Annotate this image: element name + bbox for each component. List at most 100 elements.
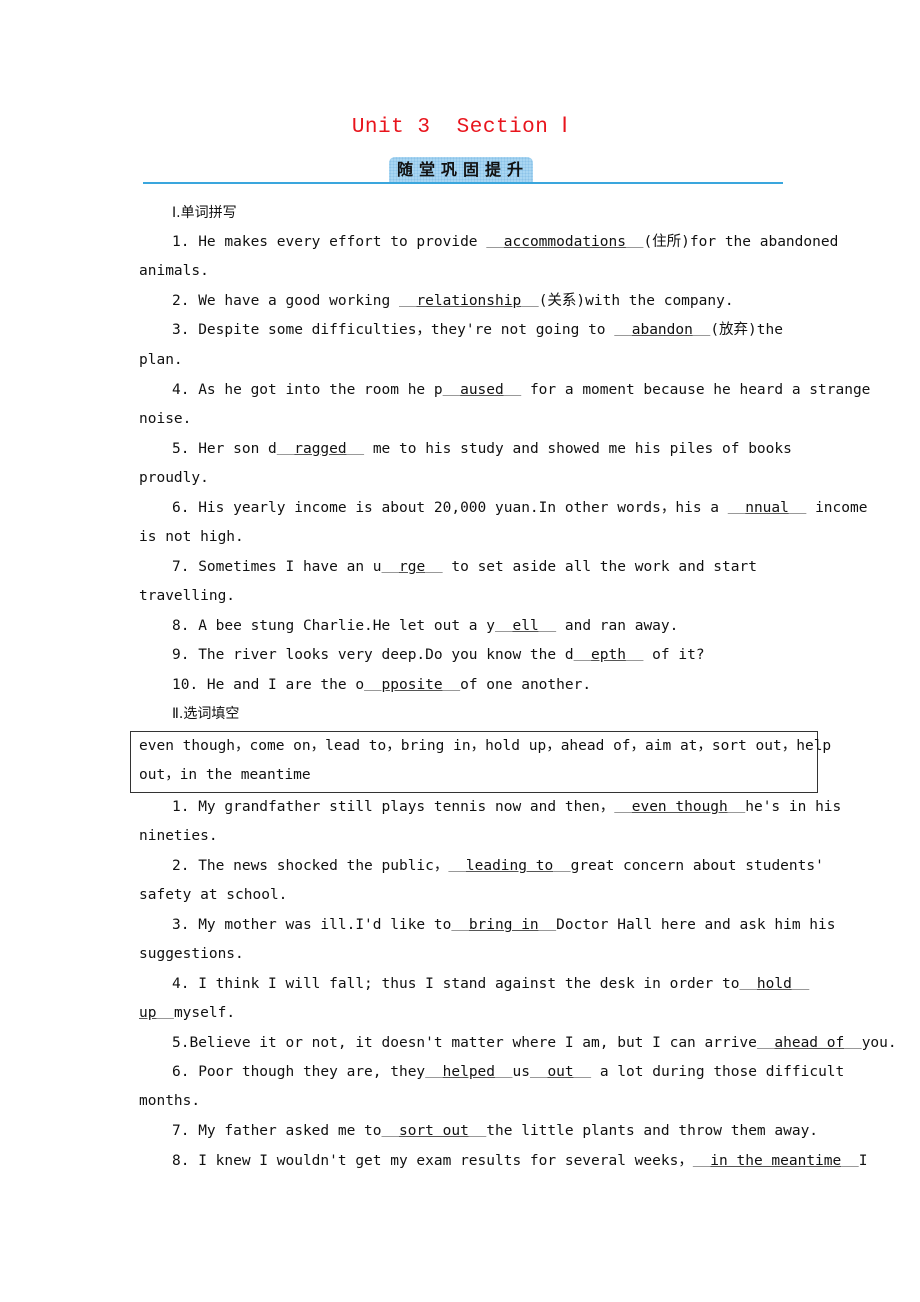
- question-text: months.: [139, 1093, 201, 1109]
- answer-blank: [792, 976, 809, 992]
- answer-blank: [614, 322, 631, 338]
- section2-heading: Ⅱ.选词填空: [172, 706, 240, 722]
- answer-blank: [364, 677, 381, 693]
- question-text: 4. As he got into the room he p: [172, 382, 443, 398]
- answer-blank: [486, 234, 503, 250]
- question-text: of one another.: [460, 677, 592, 693]
- answer-blank: [626, 234, 643, 250]
- answer-blank: [844, 1035, 861, 1051]
- question-line: 3. My mother was ill.I'd like to bring i…: [172, 916, 836, 934]
- answer-blank: [425, 1064, 442, 1080]
- answer-text: bring in: [468, 917, 539, 933]
- answer-blank: [425, 559, 442, 575]
- answer-text: ell: [512, 618, 539, 634]
- question-continuation: up myself.: [139, 1004, 235, 1022]
- answer-blank: [443, 382, 460, 398]
- question-line: 9. The river looks very deep.Do you know…: [172, 646, 705, 664]
- answer-blank: [156, 1005, 173, 1021]
- question-line: 7. My father asked me to sort out the li…: [172, 1122, 818, 1140]
- question-text: 2. We have a good working: [172, 293, 399, 309]
- answer-text: helped: [442, 1064, 496, 1080]
- question-continuation: travelling.: [139, 587, 235, 605]
- question-text: 6. Poor though they are, they: [172, 1064, 426, 1080]
- question-text: is not high.: [139, 529, 244, 545]
- question-text: 5.Believe it or not, it doesn't matter w…: [172, 1035, 757, 1051]
- question-continuation: animals.: [139, 262, 209, 280]
- answer-text: ahead of: [774, 1035, 845, 1051]
- answer-text: accommodations: [503, 234, 626, 250]
- answer-blank: [382, 1123, 399, 1139]
- question-continuation: noise.: [139, 410, 191, 428]
- answer-text: aused: [460, 382, 504, 398]
- question-line: 4. I think I will fall; thus I stand aga…: [172, 975, 809, 993]
- answer-blank: [495, 1064, 512, 1080]
- answer-blank: [495, 618, 512, 634]
- answer-blank: [347, 441, 364, 457]
- question-line: 1. My grandfather still plays tennis now…: [172, 798, 841, 816]
- question-text: (关系)with the company.: [538, 293, 734, 309]
- question-line: 2. We have a good working relationship (…: [172, 292, 734, 310]
- question-text: myself.: [173, 1005, 236, 1021]
- question-text: the little plants and throw them away.: [486, 1123, 819, 1139]
- question-continuation: proudly.: [139, 469, 209, 487]
- question-continuation: months.: [139, 1092, 200, 1110]
- question-line: 7. Sometimes I have an u rge to set asid…: [172, 558, 757, 576]
- question-text: 2. The news shocked the public，: [172, 858, 449, 874]
- question-text: (住所)for the abandoned: [643, 234, 839, 250]
- question-line: 1. He makes every effort to provide acco…: [172, 233, 838, 251]
- header-rule: [143, 182, 783, 184]
- question-text: 3. Despite some difficulties，they're not…: [172, 322, 615, 338]
- answer-text: pposite: [381, 677, 443, 693]
- answer-blank: [448, 858, 465, 874]
- answer-blank: [399, 293, 416, 309]
- question-text: nineties.: [139, 828, 218, 844]
- answer-blank: [539, 917, 556, 933]
- page-title: Unit 3 Section Ⅰ: [351, 116, 569, 139]
- question-line: 8. I knew I wouldn't get my exam results…: [172, 1152, 867, 1170]
- word-bank-line-1: even though，come on，lead to，bring in，hol…: [139, 738, 832, 754]
- answer-blank: [693, 1153, 710, 1169]
- answer-blank: [530, 1064, 547, 1080]
- answer-text: even though: [631, 799, 728, 815]
- question-line: 5.Believe it or not, it doesn't matter w…: [172, 1034, 897, 1052]
- answer-text: nnual: [745, 500, 789, 516]
- question-text: and ran away.: [556, 618, 679, 634]
- answer-blank: [553, 858, 570, 874]
- answer-text: epth: [591, 647, 626, 663]
- answer-text: rge: [398, 559, 426, 575]
- question-text: income: [806, 500, 868, 516]
- question-text: travelling.: [139, 588, 236, 604]
- question-text: a lot during those difficult: [591, 1064, 845, 1080]
- question-text: noise.: [139, 411, 192, 427]
- question-text: 9. The river looks very deep.Do you know…: [172, 647, 574, 663]
- question-line: 2. The news shocked the public， leading …: [172, 857, 824, 875]
- answer-blank: [614, 799, 631, 815]
- question-text: plan.: [139, 352, 183, 368]
- question-continuation: suggestions.: [139, 945, 244, 963]
- question-text: safety at school.: [139, 887, 288, 903]
- question-text: to set aside all the work and start: [442, 559, 757, 575]
- answer-blank: [757, 1035, 774, 1051]
- answer-blank: [521, 293, 538, 309]
- answer-blank: [728, 799, 745, 815]
- question-text: 5. Her son d: [172, 441, 277, 457]
- answer-blank: [841, 1153, 858, 1169]
- question-text: animals.: [139, 263, 209, 279]
- question-line: 3. Despite some difficulties，they're not…: [172, 321, 783, 339]
- answer-text: abandon: [631, 322, 693, 338]
- question-text: 3. My mother was ill.I'd like to: [172, 917, 452, 933]
- question-text: great concern about students': [570, 858, 824, 874]
- question-line: 10. He and I are the o pposite of one an…: [172, 676, 591, 694]
- answer-blank: [469, 1123, 486, 1139]
- question-text: (放弃)the: [710, 322, 783, 338]
- question-text: I: [858, 1153, 868, 1169]
- answer-blank: [451, 917, 468, 933]
- question-continuation: is not high.: [139, 528, 244, 546]
- question-text: 8. I knew I wouldn't get my exam results…: [172, 1153, 693, 1169]
- question-text: 4. I think I will fall; thus I stand aga…: [172, 976, 740, 992]
- answer-blank: [504, 382, 521, 398]
- question-text: 7. My father asked me to: [172, 1123, 382, 1139]
- answer-text: sort out: [398, 1123, 469, 1139]
- section-banner: 随堂巩固提升: [143, 157, 783, 185]
- question-line: 8. A bee stung Charlie.He let out a y el…: [172, 617, 678, 635]
